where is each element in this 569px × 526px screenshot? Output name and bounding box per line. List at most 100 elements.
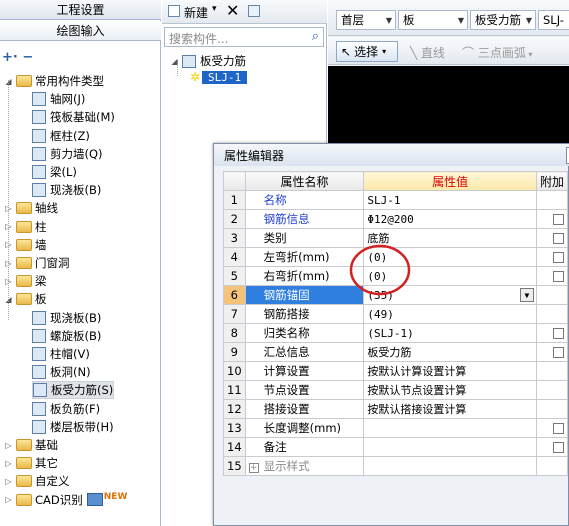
attach-checkbox[interactable] [553,442,564,453]
tree-item-row[interactable]: 框柱(Z) [32,127,90,145]
property-name-cell: 钢筋锚固 [244,285,365,305]
tree-item-row[interactable]: 梁(L) [32,163,77,181]
tree-folder-row[interactable]: ▷ 其它 [4,454,58,472]
expand-plus-icon[interactable]: + [248,463,259,473]
attach-checkbox[interactable] [553,347,564,358]
tree-folder-row[interactable]: ▷ CAD识别 NEW [4,491,127,509]
tree-item-row[interactable]: 板受力筋(S) [32,381,115,400]
chevron-down-icon[interactable]: ▾ [212,4,217,14]
tree-folder-row[interactable]: ▷ 柱 [4,218,46,236]
gear-icon: ✲ [189,70,201,84]
expand-toggle-icon[interactable]: ▷ [4,459,13,468]
tree-item-row[interactable]: 板洞(N) [32,363,91,381]
tree-item-row[interactable]: 楼层板带(H) [32,418,114,436]
tree-folder-row[interactable]: ◢ 常用构件类型 [4,72,104,90]
tree-folder-row[interactable]: ▷ 自定义 [4,472,69,490]
row-number: 1 [223,190,246,210]
expand-toggle-icon[interactable]: ▷ [4,495,13,504]
column-header[interactable]: 属性值 [363,171,537,191]
property-value-cell[interactable] [363,418,537,438]
select-button[interactable]: ↖ 选择 ▾ [336,41,398,62]
property-row[interactable]: 15 + 显示样式 [223,456,569,476]
line-button[interactable]: ╲ 直线 [410,44,445,61]
search-icon[interactable]: ⌕ [312,29,319,44]
attach-checkbox[interactable] [553,233,564,244]
attach-cell [535,285,569,305]
category-select[interactable]: 板受力筋 ▼ [470,10,536,30]
type-select[interactable]: 板 ▼ [398,10,468,30]
attach-checkbox[interactable] [553,271,564,282]
attach-checkbox[interactable] [553,328,564,339]
attach-checkbox[interactable] [553,214,564,225]
property-row[interactable]: 14 备注 [223,437,569,457]
tree-folder-row[interactable]: ◢ 板 [4,290,46,308]
tree-item-row[interactable]: 螺旋板(B) [32,327,101,345]
tree-item-row[interactable]: 轴网(J) [32,90,85,108]
tree-item-row[interactable]: 现浇板(B) [32,309,101,327]
tree-folder-row[interactable]: ▷ 梁 [4,272,46,290]
property-row[interactable]: 11 节点设置 按默认节点设置计算 [223,380,569,400]
tree-item-row[interactable]: 板负筋(F) [32,400,100,418]
property-value-cell[interactable] [363,437,537,457]
tree-label: 板受力筋(S) [51,383,114,398]
dropdown-arrow-button[interactable]: ▼ [519,288,534,302]
dialog-title[interactable]: 属性编辑器 [214,144,569,166]
drawing-canvas[interactable] [328,66,569,146]
chevron-down-icon: ▼ [457,15,464,25]
tree-item-row[interactable]: 剪力墙(Q) [32,145,103,163]
property-value-cell[interactable]: Φ12@200 [363,209,537,229]
expand-collapse-icon[interactable]: +· − [2,50,33,65]
property-name-cell: 归类名称 [244,323,365,343]
property-name-cell: + 显示样式 [244,456,365,476]
column-header[interactable]: 附加 [535,171,569,191]
property-row[interactable]: 12 搭接设置 按默认搭接设置计算 [223,399,569,419]
property-row[interactable]: 2 钢筋信息 Φ12@200 [223,209,569,229]
tree-label: 框柱(Z) [50,128,90,143]
property-row[interactable]: 13 长度调整(mm) [223,418,569,438]
property-value-cell[interactable]: (49) [363,304,537,324]
collapse-toggle-icon[interactable]: ◢ [170,57,179,66]
property-value-cell[interactable]: 按默认计算设置计算 [363,361,537,381]
property-row[interactable]: 8 归类名称 (SLJ-1) [223,323,569,343]
arc-button[interactable]: ⌒ 三点画弧 ▾ [462,44,532,61]
property-value-cell[interactable]: 按默认搭接设置计算 [363,399,537,419]
tree-folder-row[interactable]: ▷ 轴线 [4,199,58,217]
tree-item-row[interactable]: 柱帽(V) [32,345,90,363]
tree-folder-row[interactable]: ▷ 基础 [4,436,58,454]
copy-icon[interactable] [248,5,260,17]
property-row[interactable]: 1 名称 SLJ-1 [223,190,569,210]
member-select[interactable]: SLJ- [538,10,569,30]
floor-select-value: 首层 [341,13,364,27]
attach-checkbox[interactable] [553,252,564,263]
attach-checkbox[interactable] [553,423,564,434]
tab-project-settings[interactable]: 工程设置 [0,0,161,20]
folder-icon [16,238,32,251]
search-input[interactable]: 搜索构件... [169,30,228,47]
property-value-cell[interactable]: 板受力筋 [363,342,537,362]
floor-select[interactable]: 首层 ▼ [336,10,396,30]
property-row[interactable]: 9 汇总信息 板受力筋 [223,342,569,362]
expand-toggle-icon[interactable]: ▷ [4,441,13,450]
expand-toggle-icon[interactable]: ▷ [4,477,13,486]
property-row[interactable]: 10 计算设置 按默认计算设置计算 [223,361,569,381]
shear-wall-icon [32,146,46,161]
property-value-cell[interactable]: SLJ-1 [363,190,537,210]
row-number: 5 [223,266,246,286]
column-header[interactable]: 属性名称 [244,171,365,191]
property-row[interactable]: 7 钢筋搭接 (49) [223,304,569,324]
property-value-cell[interactable] [363,456,537,476]
tree-item-row[interactable]: 现浇板(B) [32,181,101,199]
tree-folder-row[interactable]: ▷ 门窗洞 [4,254,69,272]
tree-child-row[interactable]: ✲ SLJ-1 [188,68,248,86]
new-button[interactable]: 新建 [184,4,208,21]
tree-item-row[interactable]: 筏板基础(M) [32,108,115,126]
tree-label: 基础 [35,438,58,452]
tree-folder-row[interactable]: ▷ 墙 [4,236,46,254]
tab-drawing-input[interactable]: 绘图输入 [0,21,161,41]
attach-cell [535,323,569,343]
row-number: 15 [223,456,246,476]
delete-icon[interactable]: ✕ [226,1,239,20]
property-value-cell[interactable]: 按默认节点设置计算 [363,380,537,400]
property-value-cell[interactable]: (SLJ-1) [363,323,537,343]
chevron-down-icon: ▼ [525,15,532,25]
